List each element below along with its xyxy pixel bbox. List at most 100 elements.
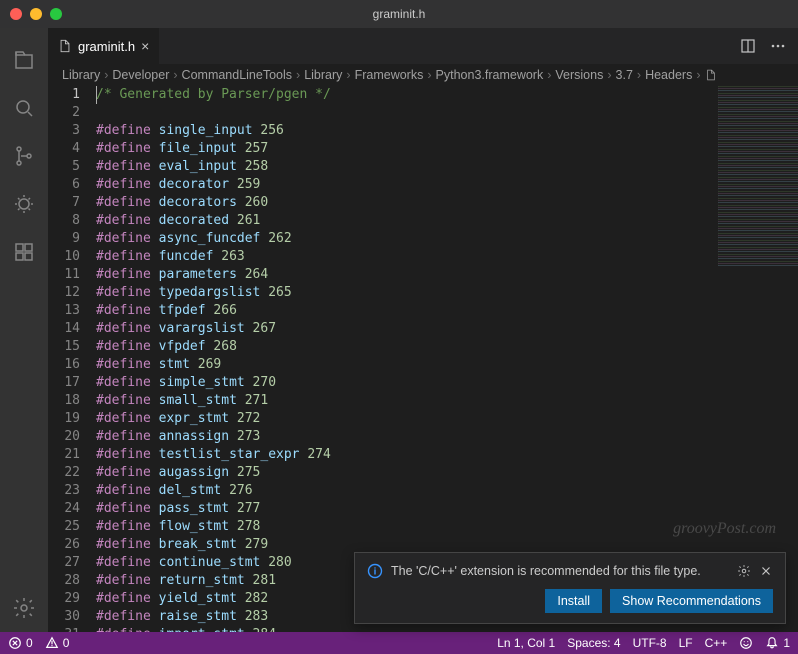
code-line[interactable]: /* Generated by Parser/pgen */ — [96, 86, 798, 104]
breadcrumb-segment[interactable]: 3.7 — [616, 68, 633, 82]
line-number: 25 — [48, 518, 80, 536]
code-line[interactable]: #define eval_input 258 — [96, 158, 798, 176]
code-line[interactable]: #define testlist_star_expr 274 — [96, 446, 798, 464]
chevron-right-icon: › — [346, 68, 350, 82]
status-indentation[interactable]: Spaces: 4 — [567, 636, 620, 650]
code-line[interactable]: #define small_stmt 271 — [96, 392, 798, 410]
code-area[interactable]: /* Generated by Parser/pgen */ #define si… — [96, 86, 798, 632]
line-number: 10 — [48, 248, 80, 266]
show-recommendations-button[interactable]: Show Recommendations — [610, 589, 773, 613]
code-line[interactable]: #define file_input 257 — [96, 140, 798, 158]
code-line[interactable]: #define tfpdef 266 — [96, 302, 798, 320]
debug-icon[interactable] — [0, 180, 48, 228]
line-number: 11 — [48, 266, 80, 284]
notification-gear-icon[interactable] — [737, 564, 751, 578]
breadcrumb-segment[interactable]: Versions — [555, 68, 603, 82]
line-number: 24 — [48, 500, 80, 518]
chevron-right-icon: › — [173, 68, 177, 82]
line-number: 28 — [48, 572, 80, 590]
breadcrumb-segment[interactable]: Developer — [112, 68, 169, 82]
line-number: 31 — [48, 626, 80, 632]
line-number: 13 — [48, 302, 80, 320]
line-number: 27 — [48, 554, 80, 572]
code-line[interactable]: #define simple_stmt 270 — [96, 374, 798, 392]
minimize-window-button[interactable] — [30, 8, 42, 20]
more-actions-icon[interactable] — [770, 38, 786, 54]
chevron-right-icon: › — [427, 68, 431, 82]
code-line[interactable]: #define vfpdef 268 — [96, 338, 798, 356]
info-icon — [367, 563, 383, 579]
minimap[interactable] — [718, 86, 798, 266]
status-warnings[interactable]: 0 — [45, 636, 70, 650]
status-cursor-position[interactable]: Ln 1, Col 1 — [497, 636, 555, 650]
code-line[interactable]: #define funcdef 263 — [96, 248, 798, 266]
line-number: 7 — [48, 194, 80, 212]
line-number: 23 — [48, 482, 80, 500]
titlebar: graminit.h — [0, 0, 798, 28]
line-number: 30 — [48, 608, 80, 626]
explorer-icon[interactable] — [0, 36, 48, 84]
window-title: graminit.h — [373, 7, 426, 21]
status-notifications[interactable]: 1 — [765, 636, 790, 650]
line-number: 4 — [48, 140, 80, 158]
code-line[interactable]: #define expr_stmt 272 — [96, 410, 798, 428]
status-eol[interactable]: LF — [679, 636, 693, 650]
line-number: 14 — [48, 320, 80, 338]
line-number: 20 — [48, 428, 80, 446]
chevron-right-icon: › — [296, 68, 300, 82]
breadcrumb-segment[interactable]: Library — [304, 68, 342, 82]
breadcrumb-segment[interactable]: Library — [62, 68, 100, 82]
code-line[interactable]: #define annassign 273 — [96, 428, 798, 446]
file-icon — [705, 69, 717, 81]
status-bar: 0 0 Ln 1, Col 1 Spaces: 4 UTF-8 LF C++ 1 — [0, 632, 798, 654]
line-number: 6 — [48, 176, 80, 194]
editor[interactable]: 1234567891011121314151617181920212223242… — [48, 86, 798, 632]
status-encoding[interactable]: UTF-8 — [633, 636, 667, 650]
code-line[interactable]: #define single_input 256 — [96, 122, 798, 140]
code-line[interactable]: #define typedargslist 265 — [96, 284, 798, 302]
status-language[interactable]: C++ — [705, 636, 728, 650]
code-line[interactable]: #define augassign 275 — [96, 464, 798, 482]
code-line[interactable] — [96, 104, 798, 122]
tab-close-icon[interactable]: × — [141, 38, 149, 54]
install-button[interactable]: Install — [545, 589, 602, 613]
code-line[interactable]: #define del_stmt 276 — [96, 482, 798, 500]
breadcrumb-segment[interactable]: Frameworks — [355, 68, 424, 82]
file-icon — [58, 39, 72, 53]
code-line[interactable]: #define async_funcdef 262 — [96, 230, 798, 248]
code-line[interactable]: #define flow_stmt 278 — [96, 518, 798, 536]
search-icon[interactable] — [0, 84, 48, 132]
breadcrumb-segment[interactable]: Python3.framework — [436, 68, 544, 82]
split-editor-icon[interactable] — [740, 38, 756, 54]
breadcrumb-segment[interactable]: CommandLineTools — [182, 68, 292, 82]
settings-gear-icon[interactable] — [0, 584, 48, 632]
code-line[interactable]: #define decorated 261 — [96, 212, 798, 230]
code-line[interactable]: #define varargslist 267 — [96, 320, 798, 338]
notification-close-icon[interactable] — [759, 564, 773, 578]
code-line[interactable]: #define decorators 260 — [96, 194, 798, 212]
line-number-gutter: 1234567891011121314151617181920212223242… — [48, 86, 96, 632]
notification-message: The 'C/C++' extension is recommended for… — [391, 564, 729, 578]
code-line[interactable]: #define decorator 259 — [96, 176, 798, 194]
extensions-icon[interactable] — [0, 228, 48, 276]
chevron-right-icon: › — [637, 68, 641, 82]
status-errors[interactable]: 0 — [8, 636, 33, 650]
code-line[interactable]: #define import_stmt 284 — [96, 626, 798, 632]
code-line[interactable]: #define parameters 264 — [96, 266, 798, 284]
activity-bar — [0, 28, 48, 632]
maximize-window-button[interactable] — [50, 8, 62, 20]
line-number: 19 — [48, 410, 80, 428]
code-line[interactable]: #define stmt 269 — [96, 356, 798, 374]
status-feedback-icon[interactable] — [739, 636, 753, 650]
breadcrumb-segment[interactable]: Headers — [645, 68, 692, 82]
close-window-button[interactable] — [10, 8, 22, 20]
tab-graminit[interactable]: graminit.h × — [48, 28, 160, 64]
line-number: 2 — [48, 104, 80, 122]
chevron-right-icon: › — [696, 68, 700, 82]
code-line[interactable]: #define pass_stmt 277 — [96, 500, 798, 518]
line-number: 21 — [48, 446, 80, 464]
line-number: 12 — [48, 284, 80, 302]
breadcrumb[interactable]: Library › Developer › CommandLineTools › Libra… — [48, 64, 798, 86]
line-number: 16 — [48, 356, 80, 374]
source-control-icon[interactable] — [0, 132, 48, 180]
